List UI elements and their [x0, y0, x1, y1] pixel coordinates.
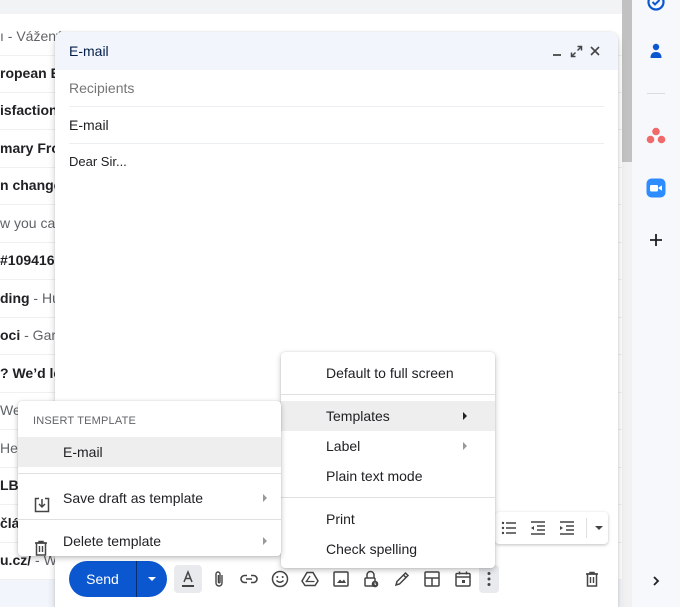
menu-divider — [18, 519, 281, 520]
submenu-arrow-icon — [463, 412, 467, 420]
close-icon[interactable] — [586, 42, 604, 60]
bulleted-list-icon[interactable] — [495, 516, 524, 540]
asana-icon[interactable] — [646, 126, 666, 146]
menu-divider — [281, 394, 495, 395]
scrollbar[interactable] — [622, 0, 632, 607]
confidential-mode-icon[interactable] — [357, 565, 385, 593]
insert-link-icon[interactable] — [235, 565, 263, 593]
insert-signature-icon[interactable] — [388, 565, 416, 593]
toolbar-divider — [585, 518, 587, 538]
formatting-toolbar — [495, 512, 608, 544]
indent-more-icon[interactable] — [553, 516, 582, 540]
menu-divider — [18, 473, 281, 474]
fullscreen-icon[interactable] — [567, 42, 585, 60]
attach-file-icon[interactable] — [205, 565, 233, 593]
template-item-email[interactable]: E-mail — [18, 437, 281, 467]
gmail-screen: ı - Vážený ropean E isfaction mary Fro n… — [0, 0, 680, 607]
menu-item-default-full-screen[interactable]: Default to full screen — [281, 358, 495, 388]
delete-template[interactable]: Delete template — [18, 523, 281, 559]
side-panel-rail — [632, 0, 680, 607]
menu-item-print[interactable]: Print — [281, 504, 495, 534]
templates-submenu: INSERT TEMPLATE E-mail Save draft as tem… — [18, 401, 281, 556]
menu-item-check-spelling[interactable]: Check spelling — [281, 534, 495, 564]
submenu-arrow-icon — [463, 442, 467, 450]
indent-less-icon[interactable] — [524, 516, 553, 540]
submenu-arrow-icon — [263, 494, 267, 502]
scrollbar-thumb[interactable] — [622, 0, 632, 162]
insert-photo-icon[interactable] — [327, 565, 355, 593]
submenu-arrow-icon — [263, 537, 267, 545]
menu-item-plain-text-mode[interactable]: Plain text mode — [281, 461, 495, 491]
layouts-icon[interactable] — [418, 564, 446, 593]
save-template-icon — [34, 490, 50, 513]
insert-template-heading: INSERT TEMPLATE — [33, 415, 137, 427]
menu-item-label[interactable]: Label — [281, 431, 495, 461]
send-button-group: Send — [69, 561, 167, 597]
set-up-time-icon[interactable] — [449, 564, 477, 593]
add-addon-icon[interactable] — [646, 230, 666, 250]
rail-divider — [647, 93, 665, 94]
compose-title: E-mail — [69, 43, 109, 59]
more-options-menu: Default to full screen Templates Label P… — [281, 352, 495, 568]
send-options-button[interactable] — [137, 561, 167, 597]
menu-item-templates[interactable]: Templates — [281, 401, 495, 431]
trash-icon — [34, 533, 50, 556]
expand-panel-icon[interactable] — [646, 571, 666, 591]
message-body[interactable]: Dear Sir... — [69, 154, 604, 169]
insert-emoji-icon[interactable] — [266, 565, 294, 593]
more-options-icon[interactable] — [479, 565, 499, 593]
formatting-options-icon[interactable] — [174, 565, 202, 593]
tasks-icon[interactable] — [646, 0, 666, 12]
subject-field[interactable]: E-mail — [69, 107, 604, 144]
contacts-icon[interactable] — [646, 41, 666, 61]
send-button[interactable]: Send — [69, 561, 137, 597]
inbox-toolbar-strip — [0, 0, 622, 14]
more-formatting-icon[interactable] — [591, 516, 608, 540]
discard-draft-icon[interactable] — [580, 565, 604, 593]
chevron-down-icon — [148, 577, 156, 581]
recipients-field[interactable]: Recipients — [69, 70, 604, 107]
compose-header[interactable]: E-mail — [55, 32, 618, 70]
google-drive-icon[interactable] — [296, 565, 324, 593]
save-draft-as-template[interactable]: Save draft as template — [18, 480, 281, 516]
menu-divider — [281, 497, 495, 498]
minimize-icon[interactable] — [548, 42, 566, 60]
zoom-icon[interactable] — [646, 178, 666, 198]
